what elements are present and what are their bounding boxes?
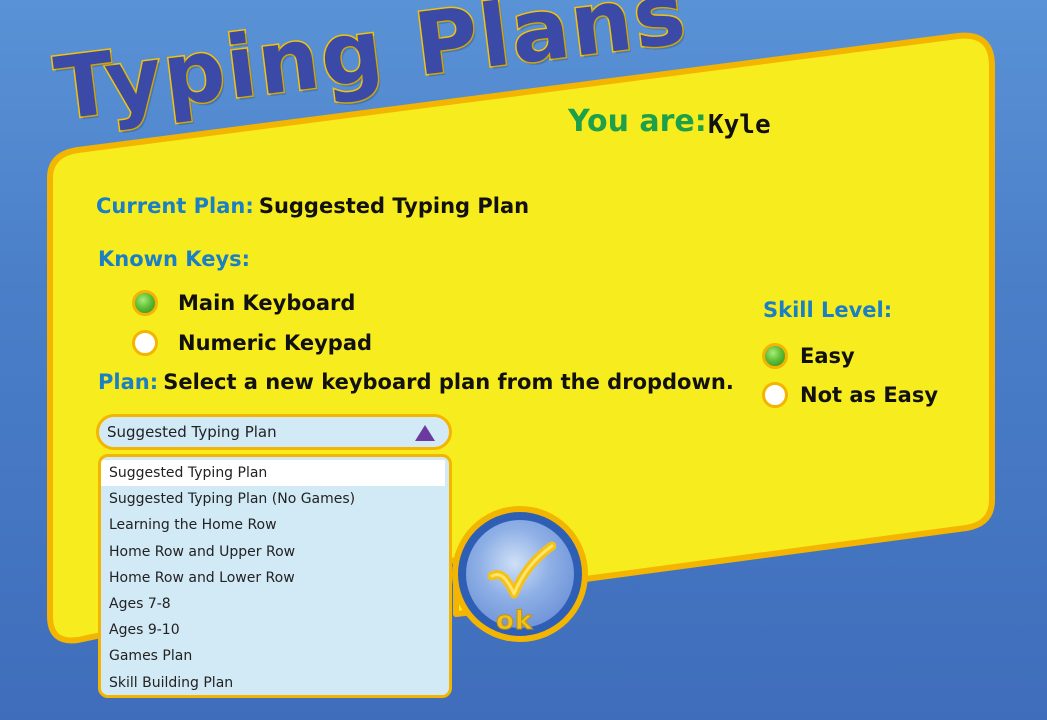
known-keys-label: Known Keys:	[98, 247, 251, 271]
plan-instruction: Plan: Select a new keyboard plan from th…	[98, 370, 734, 394]
triangle-up-icon[interactable]	[415, 425, 435, 441]
radio-label: Numeric Keypad	[178, 331, 373, 355]
current-plan-value: Suggested Typing Plan	[258, 194, 530, 218]
dropdown-item[interactable]: Suggested Typing Plan	[101, 460, 445, 487]
radio-button-checked[interactable]	[132, 290, 158, 316]
radio-button-checked[interactable]	[762, 343, 788, 369]
radio-main-keyboard[interactable]: Main Keyboard	[132, 290, 355, 316]
dropdown-selected-value: Suggested Typing Plan	[107, 423, 277, 441]
plan-dropdown[interactable]: Suggested Typing Plan	[96, 414, 452, 450]
radio-easy[interactable]: Easy	[762, 343, 855, 369]
radio-button[interactable]	[132, 330, 158, 356]
dropdown-item[interactable]: Ages 9-10	[101, 617, 449, 643]
dropdown-item[interactable]: Home Row and Lower Row	[101, 565, 449, 591]
dropdown-item[interactable]: Ages 7-8	[101, 591, 449, 617]
plan-label: Plan:	[98, 370, 159, 394]
ok-label[interactable]: ok	[495, 606, 533, 637]
dropdown-item[interactable]: Games Plan	[101, 643, 449, 669]
dropdown-item[interactable]: Suggested Typing Plan (No Games)	[101, 486, 449, 512]
dropdown-item[interactable]: Learning the Home Row	[101, 512, 449, 538]
you-are-label: You are:	[568, 104, 707, 139]
radio-label: Easy	[800, 344, 855, 368]
radio-numeric-keypad[interactable]: Numeric Keypad	[132, 330, 372, 356]
current-plan-label: Current Plan:	[96, 194, 254, 218]
user-name: Kyle	[708, 110, 771, 140]
dropdown-item[interactable]: Home Row and Upper Row	[101, 539, 449, 565]
dropdown-item[interactable]: Skill Building Plan	[101, 670, 449, 696]
checkmark-icon	[487, 541, 556, 599]
skill-level-label: Skill Level:	[763, 298, 893, 322]
radio-label: Main Keyboard	[178, 291, 356, 315]
plan-instruction-text: Select a new keyboard plan from the drop…	[163, 370, 734, 394]
radio-button[interactable]	[762, 382, 788, 408]
radio-not-as-easy[interactable]: Not as Easy	[762, 382, 938, 408]
radio-label: Not as Easy	[800, 383, 939, 407]
current-plan: Current Plan: Suggested Typing Plan	[96, 194, 529, 218]
plan-dropdown-list[interactable]: Suggested Typing Plan Suggested Typing P…	[98, 454, 452, 698]
